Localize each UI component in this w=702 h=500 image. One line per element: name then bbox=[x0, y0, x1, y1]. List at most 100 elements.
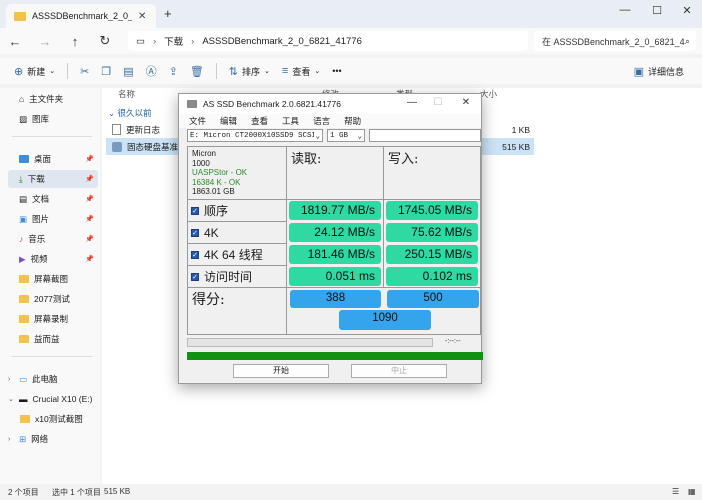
forward-icon[interactable]: → bbox=[30, 34, 60, 49]
cut-button[interactable]: ✂ bbox=[74, 61, 95, 81]
menu-edit[interactable]: 编辑 bbox=[220, 115, 237, 127]
menu-view[interactable]: 查看 bbox=[251, 115, 268, 127]
command-bar: ⊕ 新建 ⌄ ✂ ❐ ▤ Ⓐ ⇪ 🗑 ⇅ 排序 ⌄ ≡ 查看 ⌄ ••• ▣ 详细信息 bbox=[0, 58, 702, 84]
tab-asssd[interactable]: ASSSDBenchmark_2_0_6821_4 ✕ bbox=[6, 4, 156, 28]
maximize-button[interactable]: ☐ bbox=[642, 4, 672, 17]
view-button[interactable]: ≡ 查看 ⌄ bbox=[276, 61, 326, 81]
delete-button[interactable]: 🗑 bbox=[184, 61, 210, 81]
folder-icon bbox=[19, 275, 29, 283]
checkbox-icon[interactable]: ✓ bbox=[191, 206, 199, 215]
row-4k[interactable]: ✓ 4K bbox=[187, 221, 287, 244]
chevron-right-icon[interactable]: › bbox=[8, 436, 14, 443]
test-progress-bar bbox=[187, 338, 433, 347]
menu-help[interactable]: 帮助 bbox=[344, 115, 361, 127]
sidebar-item-yisheng[interactable]: 益而益 bbox=[8, 330, 98, 348]
ssd-close-button[interactable]: ✕ bbox=[455, 97, 477, 108]
app-icon bbox=[112, 141, 122, 152]
group-header[interactable]: ⌄ 很久以前 bbox=[108, 107, 152, 119]
back-icon[interactable]: ← bbox=[0, 34, 30, 49]
tiles-view-icon[interactable]: ▦ bbox=[688, 487, 696, 496]
copy-icon: ❐ bbox=[101, 65, 112, 78]
sidebar-item-pictures[interactable]: ▣ 图片 📌 bbox=[8, 210, 98, 228]
seq-write-value: 1745.05 MB/s bbox=[386, 201, 478, 220]
checkbox-icon[interactable]: ✓ bbox=[191, 272, 199, 281]
item-count: 2 个项目 bbox=[8, 488, 39, 497]
file-size: 515 KB bbox=[502, 141, 530, 152]
sidebar-item-music[interactable]: ♪ 音乐 📌 bbox=[8, 230, 98, 248]
row-seq[interactable]: ✓ 顺序 bbox=[187, 199, 287, 222]
driver-status: UASPStor - OK bbox=[192, 168, 248, 177]
sidebar-item-gallery[interactable]: ▨ 图库 bbox=[8, 110, 98, 128]
drive-capacity: 1863.01 GB bbox=[192, 187, 235, 196]
abort-button[interactable]: 中止 bbox=[351, 364, 447, 378]
music-icon: ♪ bbox=[19, 234, 24, 244]
gallery-icon: ▨ bbox=[19, 113, 28, 124]
details-view-icon[interactable]: ☰ bbox=[672, 487, 679, 496]
size-select[interactable]: 1 GB ⌄ bbox=[327, 129, 365, 142]
folder-icon bbox=[14, 11, 26, 21]
pin-icon: 📌 bbox=[85, 256, 94, 263]
start-button[interactable]: 开始 bbox=[233, 364, 329, 378]
copy-button[interactable]: ❐ bbox=[95, 61, 117, 81]
write-header: 写入: bbox=[383, 146, 481, 200]
selected-count: 选中 1 个项目 bbox=[52, 488, 101, 497]
sidebar-item-crucial[interactable]: ⌄ ▬ Crucial X10 (E:) bbox=[8, 390, 98, 408]
row-4k64[interactable]: ✓ 4K 64 线程 bbox=[187, 243, 287, 266]
breadcrumb-downloads[interactable]: 下载 bbox=[164, 34, 183, 48]
sidebar-item-x10shots[interactable]: x10测试截图 bbox=[20, 410, 98, 428]
sidebar-item-screenrec[interactable]: 屏幕录制 bbox=[8, 310, 98, 328]
details-button[interactable]: ▣ 详细信息 bbox=[628, 61, 690, 81]
row-access[interactable]: ✓ 访问时间 bbox=[187, 265, 287, 288]
new-tab-button[interactable]: + bbox=[164, 6, 172, 21]
write-score: 500 bbox=[387, 290, 479, 308]
search-input[interactable]: 在 ASSSDBenchmark_2_0_6821_4 ⌕ bbox=[534, 31, 696, 51]
close-tab-icon[interactable]: ✕ bbox=[138, 11, 146, 22]
menu-language[interactable]: 语言 bbox=[313, 115, 330, 127]
rename-button[interactable]: Ⓐ bbox=[140, 61, 163, 81]
sidebar-item-thispc[interactable]: › ▭ 此电脑 bbox=[8, 370, 98, 388]
close-window-button[interactable]: ✕ bbox=[672, 4, 702, 17]
sidebar-item-network[interactable]: › ⊞ 网络 bbox=[8, 430, 98, 448]
ssd-title-bar[interactable]: AS SSD Benchmark 2.0.6821.41776 — ☐ ✕ bbox=[179, 94, 481, 114]
minimize-button[interactable]: — bbox=[610, 4, 640, 16]
breadcrumb-folder[interactable]: ASSSDBenchmark_2_0_6821_41776 bbox=[202, 36, 362, 47]
sidebar-item-2077[interactable]: 2077测试 bbox=[8, 290, 98, 308]
sidebar-item-videos[interactable]: ▶ 视频 📌 bbox=[8, 250, 98, 268]
share-button[interactable]: ⇪ bbox=[163, 61, 184, 81]
sidebar-item-desktop[interactable]: 桌面 📌 bbox=[8, 150, 98, 168]
seq-read-value: 1819.77 MB/s bbox=[289, 201, 381, 220]
sort-button[interactable]: ⇅ 排序 ⌄ bbox=[223, 61, 276, 81]
monitor-icon: ▭ bbox=[136, 35, 145, 47]
up-icon[interactable]: ↑ bbox=[60, 34, 90, 49]
sidebar-item-screenshots[interactable]: 屏幕截图 bbox=[8, 270, 98, 288]
menu-file[interactable]: 文件 bbox=[189, 115, 206, 127]
column-header-name[interactable]: 名称 bbox=[118, 88, 135, 100]
pin-icon: 📌 bbox=[85, 196, 94, 203]
column-header-size[interactable]: 大小 bbox=[480, 88, 497, 100]
new-button[interactable]: ⊕ 新建 ⌄ bbox=[8, 61, 61, 81]
sidebar-item-documents[interactable]: ▤ 文档 📌 bbox=[8, 190, 98, 208]
chevron-right-icon[interactable]: › bbox=[8, 376, 14, 383]
chevron-down-icon[interactable]: ⌄ bbox=[8, 395, 14, 403]
plus-icon: ⊕ bbox=[14, 65, 24, 78]
drive-select[interactable]: E: Micron CT2000X10SSD9 SCSI Disk⌄ bbox=[187, 129, 323, 142]
menu-tools[interactable]: 工具 bbox=[282, 115, 299, 127]
ssd-maximize-button[interactable]: ☐ bbox=[427, 97, 449, 108]
selected-size: 515 KB bbox=[104, 487, 131, 496]
home-icon: ⌂ bbox=[19, 94, 25, 104]
sidebar-item-downloads[interactable]: ⤓ 下载 📌 bbox=[8, 170, 98, 188]
drive-info: Micron 1000 UASPStor - OK 16384 K - OK 1… bbox=[187, 146, 287, 200]
extra-field[interactable] bbox=[369, 129, 481, 142]
paste-button[interactable]: ▤ bbox=[117, 61, 139, 81]
address-bar[interactable]: ▭ › 下载 › ASSSDBenchmark_2_0_6821_41776 bbox=[128, 31, 528, 51]
more-button[interactable]: ••• bbox=[326, 61, 347, 81]
sidebar-item-home[interactable]: ⌂ 主文件夹 bbox=[8, 90, 98, 108]
elapsed-timer: -:--:-- bbox=[445, 338, 461, 345]
picture-icon: ▣ bbox=[19, 213, 28, 224]
pin-icon: 📌 bbox=[85, 156, 94, 163]
refresh-icon[interactable]: ↻ bbox=[90, 33, 120, 49]
folder-icon bbox=[19, 295, 29, 303]
checkbox-icon[interactable]: ✓ bbox=[191, 250, 199, 259]
checkbox-icon[interactable]: ✓ bbox=[191, 228, 199, 237]
ssd-minimize-button[interactable]: — bbox=[401, 97, 423, 108]
